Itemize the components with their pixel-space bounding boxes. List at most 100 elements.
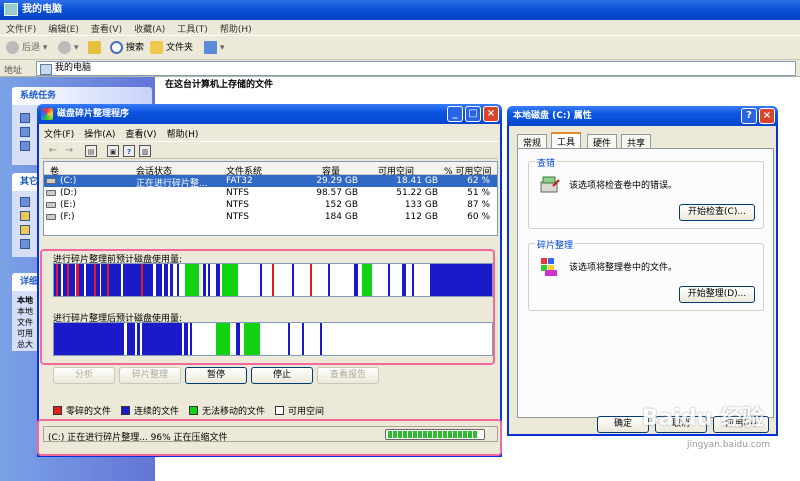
- explorer-title-bar: 我的电脑: [0, 0, 800, 20]
- properties-icon[interactable]: ▣: [107, 145, 119, 157]
- defrag-status-bar: (C:) 正在进行碎片整理... 96% 正在压缩文件: [43, 426, 498, 443]
- volume-row[interactable]: (D:) NTFS 98.57 GB 51.22 GB 51 %: [44, 187, 497, 199]
- console-tree-icon[interactable]: ▤: [85, 145, 97, 157]
- volume-row[interactable]: (C:) 正在进行碎片整... FAT32 29.29 GB 18.41 GB …: [44, 175, 497, 189]
- pause-button[interactable]: 暂停: [185, 367, 247, 384]
- explorer-title: 我的电脑: [22, 4, 62, 15]
- detail-line: 本地: [17, 296, 33, 305]
- defrag-title-bar[interactable]: 磁盘碎片整理程序 _ □ ×: [37, 104, 502, 124]
- hard-disk-icon: [46, 202, 56, 208]
- control-panel-icon[interactable]: [20, 239, 30, 249]
- detail-line: 文件: [17, 318, 33, 327]
- detail-line: 可用: [17, 329, 33, 338]
- address-input[interactable]: 我的电脑: [36, 61, 796, 76]
- error-check-group: 查错 该选项将检查卷中的错误。 开始检查(C)...: [528, 156, 764, 229]
- legend-swatch: [275, 406, 284, 415]
- volume-row[interactable]: (E:) NTFS 152 GB 133 GB 87 %: [44, 199, 497, 211]
- watermark-url: jingyan.baidu.com: [686, 440, 770, 450]
- task-icon[interactable]: [20, 113, 30, 123]
- back-arrow-icon: [6, 41, 19, 54]
- defrag-group: 碎片整理 该选项将整理卷中的文件。 开始整理(D)...: [528, 238, 764, 311]
- detail-line: 本地: [17, 307, 33, 316]
- search-icon: [110, 41, 123, 54]
- progress-bar: [385, 429, 485, 440]
- back-arrow-icon[interactable]: ←: [47, 145, 59, 157]
- address-bar: 地址 我的电脑: [0, 60, 800, 77]
- defrag-window: 磁盘碎片整理程序 _ □ × 文件(F) 操作(A) 查看(V) 帮助(H) ← → …: [37, 104, 502, 457]
- show-hide-icon[interactable]: ▥: [139, 145, 151, 157]
- tools-tab-panel: 查错 该选项将检查卷中的错误。 开始检查(C)... 碎片整理 该选项将整理卷中…: [517, 148, 774, 418]
- close-button[interactable]: ×: [483, 106, 499, 122]
- maximize-button[interactable]: □: [465, 106, 481, 122]
- menu-edit[interactable]: 编辑(E): [42, 20, 85, 37]
- forward-button[interactable]: ▾: [58, 40, 79, 56]
- volume-row[interactable]: (F:) NTFS 184 GB 112 GB 60 %: [44, 211, 497, 223]
- progress-fill: [388, 431, 479, 438]
- content-section-title: 在这台计算机上存储的文件: [165, 80, 274, 90]
- address-label: 地址: [4, 66, 23, 76]
- baidu-watermark: Baidu 经验: [641, 406, 764, 431]
- error-check-title: 查错: [535, 156, 558, 169]
- disk-properties-dialog: 本地磁盘 (C:) 属性 ? × 常规 工具 硬件 共享 查错 该选项将检查卷中…: [507, 106, 778, 436]
- defragment-button[interactable]: 碎片整理: [119, 367, 181, 384]
- defrag-group-description: 该选项将整理卷中的文件。: [569, 263, 678, 273]
- up-folder-icon: [88, 41, 101, 54]
- error-check-description: 该选项将检查卷中的错误。: [569, 181, 678, 191]
- task-icon[interactable]: [20, 141, 30, 151]
- defrag-menubar: 文件(F) 操作(A) 查看(V) 帮助(H): [39, 124, 500, 140]
- folder-icon[interactable]: [20, 211, 30, 221]
- legend-swatch: [121, 406, 130, 415]
- explorer-toolbar: 后退 ▾ ▾ 搜索 文件夹 ▾: [0, 36, 800, 60]
- view-report-button[interactable]: 查看报告: [317, 367, 379, 384]
- menu-file[interactable]: 文件(F): [0, 20, 42, 37]
- back-button[interactable]: 后退 ▾: [6, 40, 47, 56]
- folder-icon[interactable]: [20, 225, 30, 235]
- explorer-menubar: 文件(F) 编辑(E) 查看(V) 收藏(A) 工具(T) 帮助(H): [0, 20, 800, 36]
- legend-swatch: [189, 406, 198, 415]
- my-computer-icon: [4, 3, 18, 16]
- up-folder-button[interactable]: [88, 40, 104, 56]
- volume-list-header: 卷 会话状态 文件系统 容量 可用空间 % 可用空间: [44, 162, 497, 177]
- forward-arrow-icon[interactable]: →: [63, 145, 75, 157]
- status-text: (C:) 正在进行碎片整理... 96% 正在压缩文件: [48, 433, 228, 443]
- folders-button[interactable]: 文件夹: [150, 40, 193, 56]
- menu-favorites[interactable]: 收藏(A): [128, 20, 171, 37]
- forward-arrow-icon: [58, 41, 71, 54]
- tab-sharing[interactable]: 共享: [621, 134, 652, 149]
- start-check-button[interactable]: 开始检查(C)...: [679, 204, 755, 221]
- tab-tools[interactable]: 工具: [551, 132, 582, 149]
- legend-free: 可用空间: [275, 404, 324, 417]
- views-button[interactable]: ▾: [204, 40, 225, 56]
- legend-fragmented: 零碎的文件: [53, 404, 111, 417]
- defrag-group-title: 碎片整理: [535, 238, 576, 251]
- start-defrag-button[interactable]: 开始整理(D)...: [679, 286, 755, 303]
- defrag-toolbar: ← → ▤ ▣ ? ▥: [41, 141, 498, 159]
- tab-hardware[interactable]: 硬件: [587, 134, 618, 149]
- task-icon[interactable]: [20, 127, 30, 137]
- menu-view[interactable]: 查看(V): [85, 20, 128, 37]
- before-usage-map: [53, 263, 493, 297]
- defrag-app-icon: [41, 108, 53, 120]
- analyze-button[interactable]: 分析: [53, 367, 115, 384]
- detail-line: 总大: [17, 340, 33, 349]
- close-button[interactable]: ×: [759, 108, 775, 124]
- tab-general[interactable]: 常规: [517, 134, 548, 149]
- menu-tools[interactable]: 工具(T): [171, 20, 214, 37]
- before-usage-section: 进行碎片整理前预计磁盘使用量:: [43, 249, 498, 309]
- legend-unmovable: 无法移动的文件: [189, 404, 265, 417]
- menu-help[interactable]: 帮助(H): [214, 20, 258, 37]
- hard-disk-icon: [46, 178, 56, 184]
- properties-title-bar[interactable]: 本地磁盘 (C:) 属性 ? ×: [507, 106, 778, 126]
- help-icon[interactable]: ?: [123, 145, 135, 157]
- minimize-button[interactable]: _: [447, 106, 463, 122]
- volume-list: 卷 会话状态 文件系统 容量 可用空间 % 可用空间 (C:) 正在进行碎片整.…: [43, 161, 498, 236]
- system-tasks-header[interactable]: 系统任务: [12, 87, 152, 105]
- properties-title: 本地磁盘 (C:) 属性: [513, 111, 592, 121]
- after-usage-map: [53, 322, 493, 356]
- hard-disk-icon: [46, 214, 56, 220]
- legend-contiguous: 连续的文件: [121, 404, 179, 417]
- network-icon[interactable]: [20, 197, 30, 207]
- stop-button[interactable]: 停止: [251, 367, 313, 384]
- help-button[interactable]: ?: [741, 108, 757, 124]
- search-button[interactable]: 搜索: [110, 40, 144, 56]
